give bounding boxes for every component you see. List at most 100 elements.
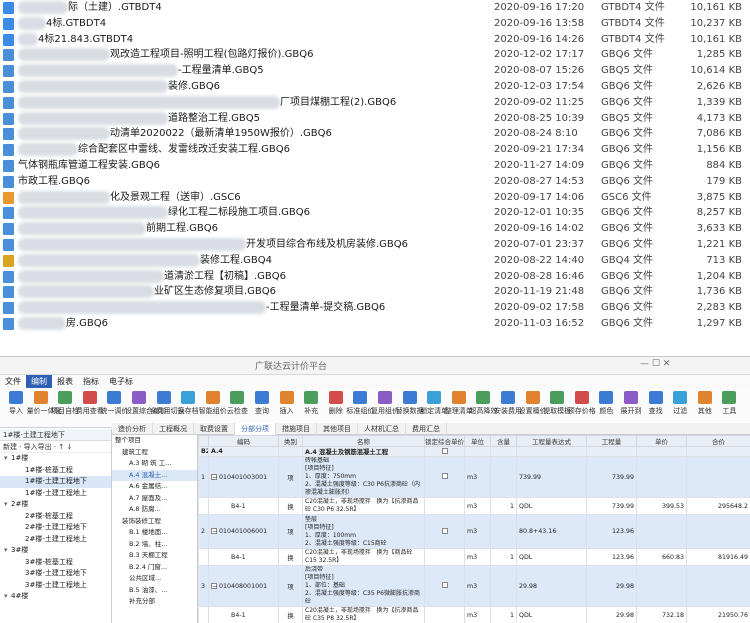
column-header[interactable]: 含量	[490, 435, 517, 447]
tree-item[interactable]: 2#楼-土建工程地上	[0, 534, 111, 546]
file-name[interactable]: 观改造工程项目-照明工程(包路灯报价).GBQ6	[110, 47, 313, 63]
division-item[interactable]: 整个项目	[112, 435, 197, 447]
file-name[interactable]: 4标21.843.GTBDT4	[38, 32, 133, 48]
checkbox[interactable]	[441, 473, 448, 479]
checkbox[interactable]	[441, 527, 448, 534]
file-row[interactable]: 观改造工程项目-照明工程(包路灯报价).GBQ6 2020-12-02 17:17…	[0, 47, 750, 63]
quota-row[interactable]: B4-1 换 C20混凝土，非现场搅拌 换为【商品砼 C15 32.5R】 m3 1 QD…	[198, 548, 750, 566]
lock-cell[interactable]	[424, 456, 465, 498]
file-row[interactable]: 厂项目煤棚工程(2).GBQ6 2020-09-02 11:25 GBQ6 文件 1,…	[0, 95, 750, 111]
file-name[interactable]: 综合配套区中雷线、发雷线改迁安装工程.GBQ6	[78, 142, 290, 158]
file-name[interactable]: 业矿区生态修复项目.GBQ6	[154, 284, 276, 300]
division-item[interactable]: A.6 金属结...	[112, 481, 197, 493]
menu-item-4[interactable]: 电子标	[104, 375, 138, 388]
column-header[interactable]: 编码	[208, 435, 279, 447]
expand-toggle-icon[interactable]: ▾	[4, 545, 11, 557]
quantity-expression[interactable]: 739.99	[516, 456, 587, 498]
collapse-toggle-icon[interactable]: −	[211, 582, 217, 589]
file-row[interactable]: 4标21.843.GTBDT4 2020-09-16 14:26 GTBDT4 文件…	[0, 32, 750, 48]
item-name[interactable]: 后浇带 [项目特征] 1、部位：基础 2、混凝土强度等级：C35 P6微膨胀抗渗…	[302, 565, 425, 607]
ribbon-button-29[interactable]: 工具	[715, 391, 743, 416]
file-row[interactable]: 装修工程.GBQ4 2020-08-22 14:40 GBQ4 文件 713 KB	[0, 253, 750, 269]
file-name[interactable]: 前期工程.GBQ6	[146, 221, 218, 237]
division-item[interactable]: 装饰装修工程	[112, 516, 197, 528]
file-row[interactable]: 化及景观工程（送审）.GSC6 2020-09-17 14:06 GSC6 文件 3,…	[0, 190, 750, 206]
file-name[interactable]: 4标.GTBDT4	[46, 16, 106, 32]
tree-item[interactable]: ▾ 1#楼	[0, 453, 111, 465]
column-header[interactable]: 工程量	[586, 435, 637, 447]
bill-item-row[interactable]: 2− 010401006001 项垫层 [项目特征] 1、厚度：100mm 2、混…	[198, 514, 750, 549]
tab-3[interactable]: 分部分项	[235, 423, 276, 435]
tree-item[interactable]: ▾ 4#楼	[0, 591, 111, 603]
chapter-row[interactable]: B2A.4 A.4 混凝土及钢筋混凝土工程	[198, 446, 750, 457]
tab-1[interactable]: 工程概况	[153, 423, 194, 435]
column-header[interactable]: 合价	[686, 435, 750, 447]
quantity-expression[interactable]: QDL	[516, 548, 587, 566]
tree-item[interactable]: 1#楼-土建工程地上	[0, 488, 111, 500]
file-name[interactable]: 绿化工程二标段施工项目.GBQ6	[168, 205, 310, 221]
lock-cell[interactable]	[424, 446, 465, 457]
quantity-expression[interactable]: QDL	[516, 606, 587, 623]
file-row[interactable]: 市政工程.GBQ6 2020-08-27 14:53 GBQ6 文件 179 KB	[0, 174, 750, 190]
file-name[interactable]: 市政工程.GBQ6	[18, 174, 90, 190]
bill-item-row[interactable]: 3− 010408001001 项后浇带 [项目特征] 1、部位：基础 2、混凝土…	[198, 565, 750, 607]
window-controls[interactable]: — ☐ ✕	[640, 359, 670, 369]
collapse-toggle-icon[interactable]: −	[211, 528, 217, 535]
quantity-expression[interactable]: 80.8+43.16	[516, 514, 587, 549]
file-name[interactable]: 房.GBQ6	[66, 316, 108, 332]
quota-row[interactable]: B4-1 换 C20混凝土，非现场搅拌 换为【抗渗商品砼 C30 P6 32.5R】…	[198, 497, 750, 515]
checkbox[interactable]	[441, 582, 448, 588]
file-name[interactable]: 装修工程.GBQ4	[200, 253, 272, 269]
division-item[interactable]: B.3 天棚工程	[112, 550, 197, 562]
tree-item[interactable]: 3#楼-土建工程地上	[0, 580, 111, 592]
tab-0[interactable]: 造价分析	[112, 423, 153, 435]
item-name[interactable]: 垫层 [项目特征] 1、厚度：100mm 2、混凝土强度等级：C15商砼	[302, 514, 425, 549]
expand-toggle-icon[interactable]: ▾	[4, 453, 11, 465]
quantity-expression[interactable]: 29.98	[516, 565, 587, 607]
quota-row[interactable]: B4-1 换 C20混凝土，非现场搅拌 换为【抗渗商品砼 C35 P8 32.5R】…	[198, 606, 750, 623]
division-item[interactable]: B.5 油漆、...	[112, 585, 197, 597]
lock-cell[interactable]	[424, 565, 465, 607]
chapter-name[interactable]: A.4 混凝土及钢筋混凝土工程	[302, 446, 425, 457]
current-unit-label[interactable]: 1#楼-土建工程地下	[0, 429, 111, 441]
item-name[interactable]: 砖帐基础 [项目特征] 1、厚度：750mm 2、混凝土强度等级：C30 P6抗…	[302, 456, 425, 498]
division-item[interactable]: A.4 混凝土...	[112, 469, 197, 481]
lock-cell[interactable]	[424, 548, 465, 566]
lock-cell[interactable]	[424, 514, 465, 549]
file-row[interactable]: 开发项目综合布线及机房装修.GBQ6 2020-07-01 23:37 GBQ6 文…	[0, 237, 750, 253]
tab-6[interactable]: 人材机汇总	[358, 423, 406, 435]
division-item[interactable]: 补充分部	[112, 596, 197, 608]
menu-item-1[interactable]: 编制	[26, 375, 52, 388]
file-name[interactable]: 化及景观工程（送审）.GSC6	[110, 190, 241, 206]
tab-5[interactable]: 其他项目	[317, 423, 358, 435]
file-name[interactable]: 动清单2020022（最新清单1950W报价）.GBQ6	[110, 126, 332, 142]
tab-2[interactable]: 取费设置	[194, 423, 235, 435]
column-header[interactable]	[198, 435, 209, 447]
column-header[interactable]: 锁定综合单价	[424, 435, 465, 447]
quantity-expression[interactable]: QDL	[516, 497, 587, 515]
item-name[interactable]: C20混凝土，非现场搅拌 换为【抗渗商品砼 C35 P8 32.5R】	[302, 606, 425, 623]
tree-item[interactable]: ▾ 2#楼	[0, 499, 111, 511]
file-name[interactable]: 道清淤工程【初稿】.GBQ6	[164, 269, 286, 285]
file-row[interactable]: 业矿区生态修复项目.GBQ6 2020-11-19 21:48 GBQ6 文件 1,7…	[0, 284, 750, 300]
tab-7[interactable]: 费用汇总	[406, 423, 447, 435]
division-item[interactable]: 建筑工程	[112, 447, 197, 459]
file-row[interactable]: 动清单2020022（最新清单1950W报价）.GBQ6 2020-08-24 8…	[0, 126, 750, 142]
column-header[interactable]: 类别	[278, 435, 303, 447]
file-row[interactable]: 装修.GBQ6 2020-12-03 17:54 GBQ6 文件 2,626 KB	[0, 79, 750, 95]
lock-cell[interactable]	[424, 497, 465, 515]
file-name[interactable]: 际（土建）.GTBDT4	[68, 0, 162, 16]
division-item[interactable]: B.1 楼地面...	[112, 527, 197, 539]
tree-item[interactable]: 2#楼-桩基工程	[0, 511, 111, 523]
file-row[interactable]: 综合配套区中雷线、发雷线改迁安装工程.GBQ6 2020-09-21 17:34 G…	[0, 142, 750, 158]
file-row[interactable]: 绿化工程二标段施工项目.GBQ6 2020-12-01 10:35 GBQ6 文件 8…	[0, 205, 750, 221]
tab-4[interactable]: 措施项目	[276, 423, 317, 435]
tree-item[interactable]: 3#楼-桩基工程	[0, 557, 111, 569]
file-name[interactable]: 装修.GBQ6	[168, 79, 220, 95]
column-header[interactable]: 工程量表达式	[516, 435, 587, 447]
expand-toggle-icon[interactable]: ▾	[4, 591, 11, 603]
file-row[interactable]: -工程量清单.GBQ5 2020-08-07 15:26 GBQ5 文件 10,614…	[0, 63, 750, 79]
division-item[interactable]: B.2.4 门窗...	[112, 562, 197, 574]
division-item[interactable]: B.2 墙、柱...	[112, 539, 197, 551]
file-row[interactable]: 房.GBQ6 2020-11-03 16:52 GBQ6 文件 1,297 KB	[0, 316, 750, 332]
